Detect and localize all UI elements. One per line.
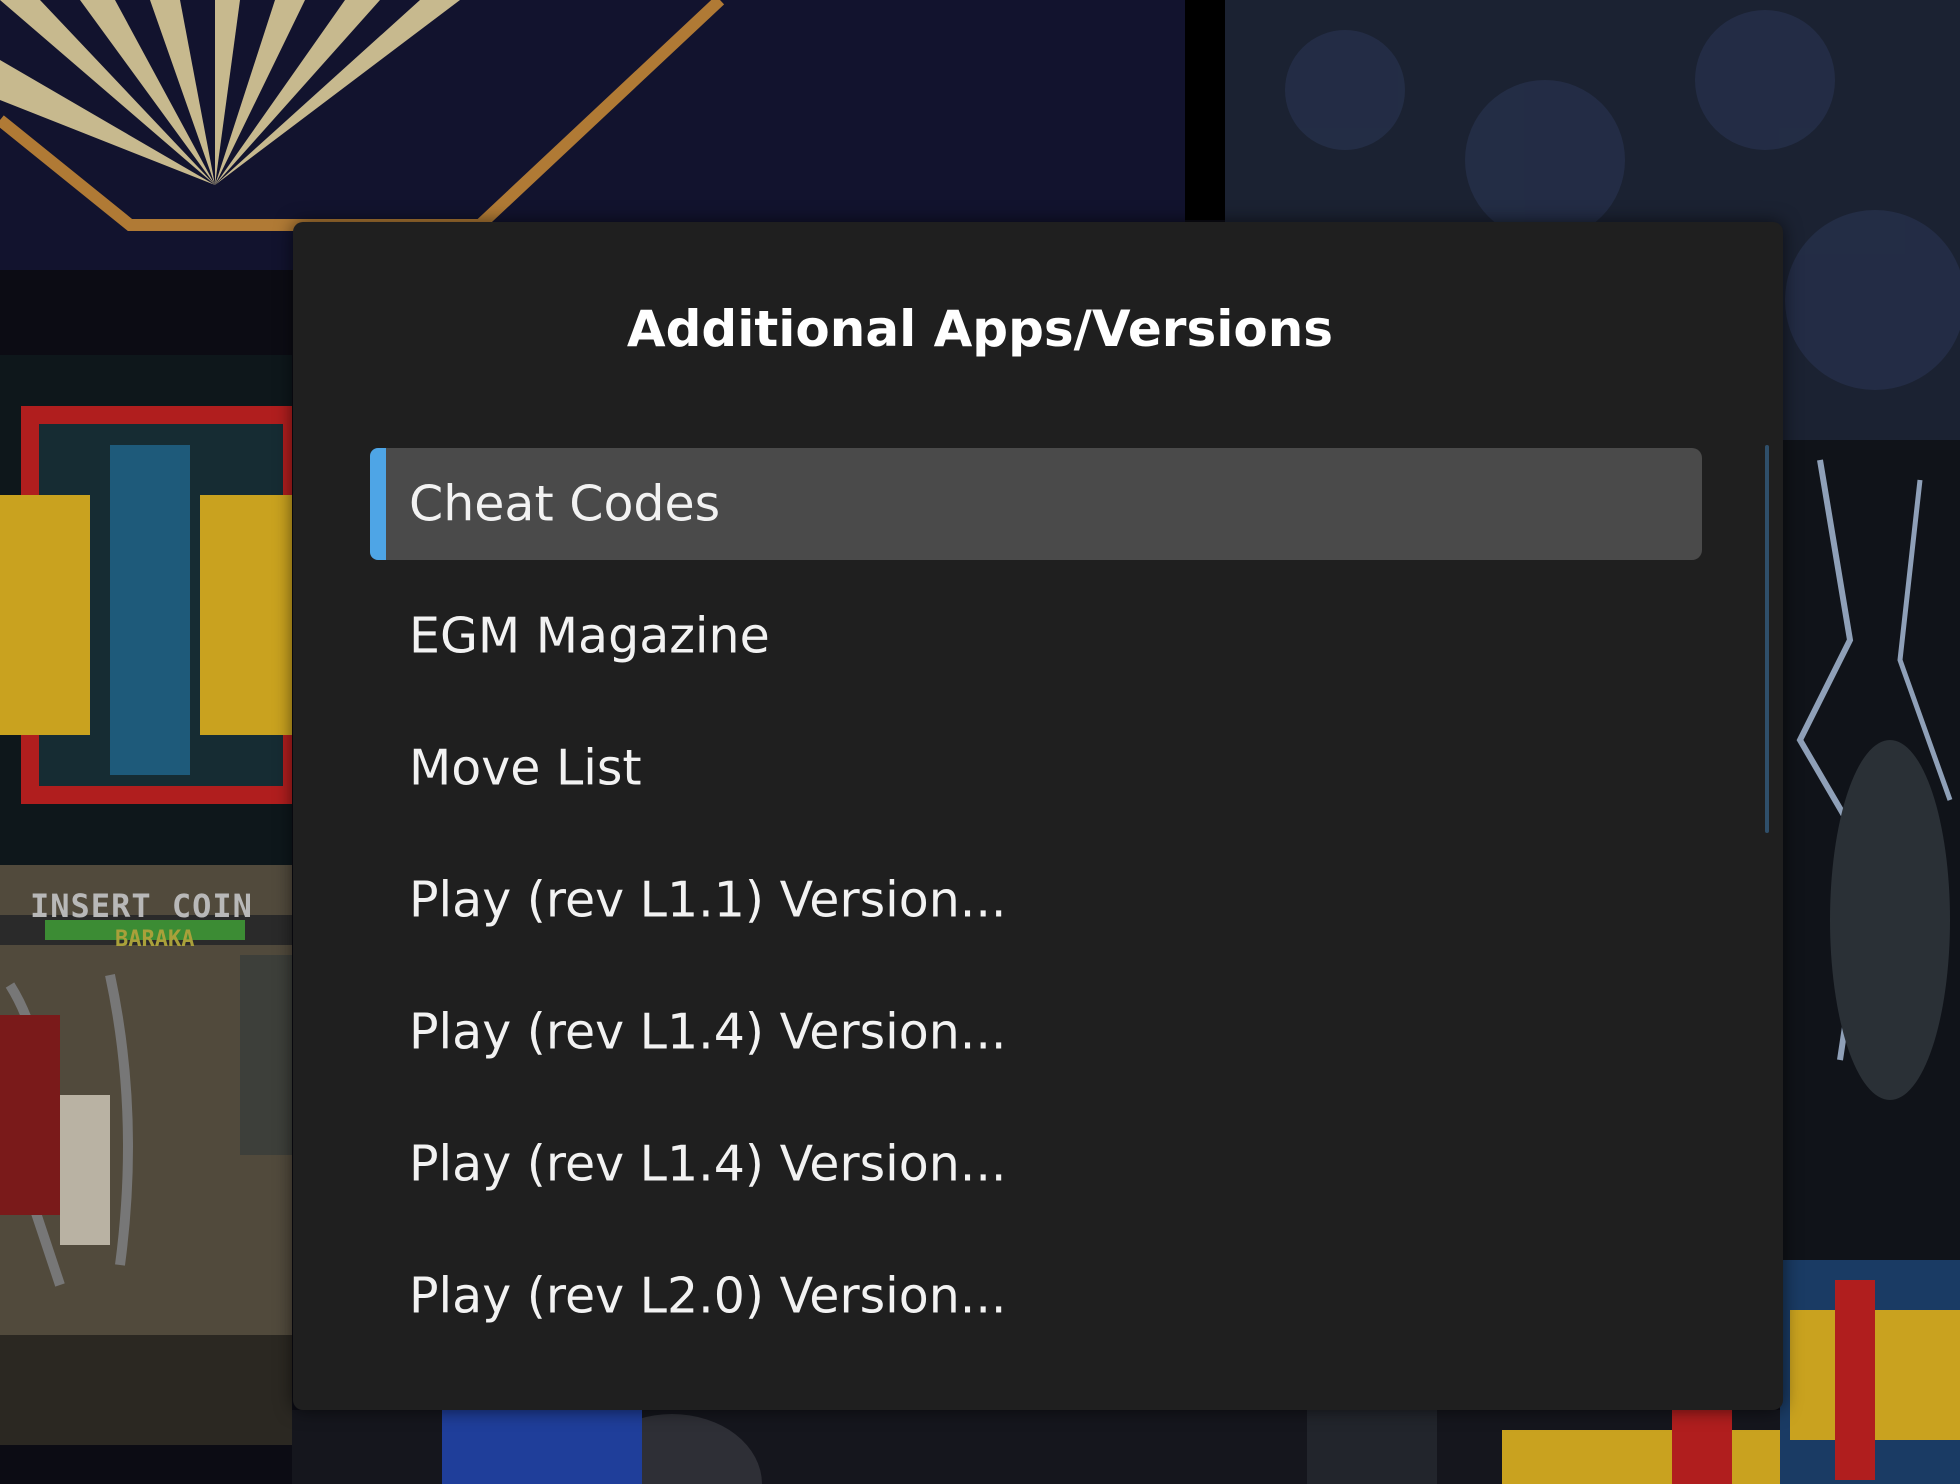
modal-title: Additional Apps/Versions xyxy=(626,300,1334,358)
background-character-art xyxy=(1780,440,1960,1484)
list-item-play-rev-l2-0[interactable]: Play (rev L2.0) Version... xyxy=(370,1240,1702,1352)
list-scrollbar[interactable] xyxy=(1765,445,1769,833)
list-item-label: Play (rev L1.4) Version... xyxy=(409,1135,1007,1193)
list-item-move-list[interactable]: Move List xyxy=(370,712,1702,824)
list-item-egm-magazine[interactable]: EGM Magazine xyxy=(370,580,1702,692)
background-logo-art xyxy=(0,355,292,865)
insert-coin-text: INSERT COIN xyxy=(30,887,253,925)
player-name-text: BARAKA xyxy=(115,927,195,952)
list-item-label: Cheat Codes xyxy=(409,475,721,533)
background-screenshot-art: INSERT COIN BARAKA xyxy=(0,865,292,1445)
list-item-play-rev-l1-4-alt[interactable]: Play (rev L1.4) Version... xyxy=(370,1108,1702,1220)
list-item-label: EGM Magazine xyxy=(409,607,770,665)
list-item-label: Play (rev L1.4) Version... xyxy=(409,1003,1007,1061)
apps-list: Cheat Codes EGM Magazine Move List Play … xyxy=(370,448,1702,1372)
list-item-label: Move List xyxy=(409,739,642,797)
list-item-label: Play (rev L2.0) Version... xyxy=(409,1267,1007,1325)
list-item-play-rev-l1-1[interactable]: Play (rev L1.1) Version... xyxy=(370,844,1702,956)
list-item-play-rev-l1-4[interactable]: Play (rev L1.4) Version... xyxy=(370,976,1702,1088)
background-divider xyxy=(1185,0,1225,220)
list-item-label: Play (rev L1.1) Version... xyxy=(409,871,1007,929)
list-item-cheat-codes[interactable]: Cheat Codes xyxy=(370,448,1702,560)
background-bottom-art xyxy=(292,1410,1780,1484)
